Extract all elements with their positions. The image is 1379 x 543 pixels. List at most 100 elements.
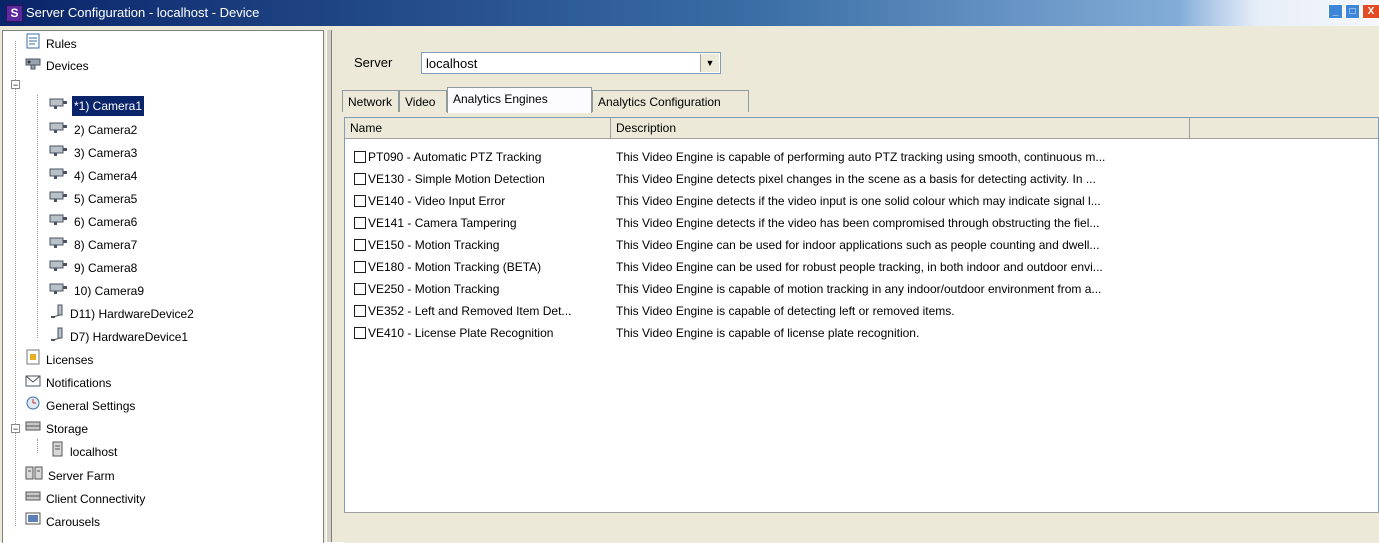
tree-item-label: localhost [70, 445, 118, 459]
engine-checkbox[interactable] [354, 327, 366, 339]
close-button[interactable]: X [1362, 4, 1379, 19]
engine-checkbox[interactable] [354, 173, 366, 185]
camera-icon [49, 96, 69, 116]
tree-item-label: D7) HardwareDevice1 [70, 330, 189, 344]
tree-item-client-connectivity[interactable]: Client Connectivity [25, 488, 147, 508]
tab-analytics-engines[interactable]: Analytics Engines [447, 87, 592, 113]
maximize-button[interactable]: □ [1345, 4, 1360, 19]
tree-item-label: 9) Camera8 [74, 260, 138, 275]
table-row[interactable]: VE250 - Motion Tracking This Video Engin… [345, 278, 1345, 300]
table-row[interactable]: VE150 - Motion Tracking This Video Engin… [345, 234, 1345, 256]
analytics-engines-table: Name Description PT090 - Automatic PTZ T… [344, 117, 1379, 542]
tree-item-label: Server Farm [48, 469, 115, 483]
column-header-name[interactable]: Name [345, 118, 611, 138]
tree-item-camera8[interactable]: 9) Camera8 [49, 257, 139, 277]
camera-icon [49, 212, 69, 232]
engine-checkbox[interactable] [354, 239, 366, 251]
table-row[interactable]: PT090 - Automatic PTZ Tracking This Vide… [345, 146, 1345, 168]
camera-icon [49, 281, 69, 301]
tree-item-label: 6) Camera6 [74, 214, 138, 229]
tree-item-camera1[interactable]: *1) Camera1 [49, 95, 145, 116]
server-dropdown[interactable]: localhost ▼ [421, 52, 721, 74]
client-connectivity-icon [25, 488, 41, 510]
engine-description: This Video Engine is capable of motion t… [616, 282, 1102, 296]
devices-expander[interactable]: − [11, 80, 20, 90]
server-configuration-window: S Server Configuration - localhost - Dev… [0, 0, 1379, 543]
carousels-icon [25, 511, 41, 533]
table-row[interactable]: VE352 - Left and Removed Item Det... Thi… [345, 300, 1345, 322]
minimize-button[interactable]: _ [1328, 4, 1343, 19]
table-row[interactable]: VE130 - Simple Motion Detection This Vid… [345, 168, 1345, 190]
tree-connector [37, 95, 38, 338]
device-settings-panel: Server localhost ▼ Network Video Analyti… [332, 30, 1379, 543]
engine-description: This Video Engine is capable of detectin… [616, 304, 955, 318]
rules-icon [25, 33, 41, 55]
tree-item-label: Client Connectivity [46, 492, 146, 506]
tree-item-hardwaredevice2[interactable]: D11) HardwareDevice2 [49, 303, 196, 323]
engine-name: VE140 - Video Input Error [368, 194, 506, 208]
engine-checkbox[interactable] [354, 195, 366, 207]
engine-name: VE410 - License Plate Recognition [368, 326, 554, 340]
column-header-empty [1190, 118, 1378, 138]
tree-item-camera4[interactable]: 4) Camera4 [49, 165, 139, 185]
column-header-description[interactable]: Description [611, 118, 1190, 138]
engine-description: This Video Engine is capable of license … [616, 326, 920, 340]
tree-item-camera7[interactable]: 8) Camera7 [49, 234, 139, 254]
tree-item-server-farm[interactable]: Server Farm [25, 465, 117, 485]
tab-network[interactable]: Network [342, 90, 399, 112]
engine-name: VE130 - Simple Motion Detection [368, 172, 545, 186]
title-bar[interactable]: S Server Configuration - localhost - Dev… [0, 0, 1379, 26]
tree-item-label: Devices [46, 59, 89, 73]
tree-item-hardwaredevice1[interactable]: D7) HardwareDevice1 [49, 326, 190, 346]
engine-checkbox[interactable] [354, 151, 366, 163]
general-settings-icon [25, 395, 41, 417]
tab-video[interactable]: Video [399, 90, 447, 112]
engine-name: VE250 - Motion Tracking [368, 282, 500, 296]
tree-item-devices[interactable]: Devices [25, 55, 91, 75]
tree-item-notifications[interactable]: Notifications [25, 372, 113, 392]
engine-description: This Video Engine can be used for robust… [616, 260, 1103, 274]
engine-checkbox[interactable] [354, 261, 366, 273]
engine-name: VE180 - Motion Tracking (BETA) [368, 260, 542, 274]
tree-item-label: Notifications [46, 376, 112, 390]
tree-item-label: Carousels [46, 515, 101, 529]
tree-item-label: 5) Camera5 [74, 191, 138, 206]
table-header: Name Description [345, 118, 1378, 139]
tree-item-rules[interactable]: Rules [25, 33, 79, 53]
hardware-device-icon [49, 326, 65, 348]
camera-icon [49, 189, 69, 209]
hardware-device-icon [49, 303, 65, 325]
navigation-tree[interactable]: − − Rules Devices *1) Camera1 2) Camera2… [2, 30, 324, 543]
tree-item-licenses[interactable]: Licenses [25, 349, 95, 369]
tree-item-label: 3) Camera3 [74, 145, 138, 160]
storage-expander[interactable]: − [11, 424, 20, 434]
table-row[interactable]: VE180 - Motion Tracking (BETA) This Vide… [345, 256, 1345, 278]
tree-item-storage[interactable]: Storage [25, 418, 90, 438]
tree-item-storage-localhost[interactable]: localhost [49, 441, 119, 461]
table-row[interactable]: VE410 - License Plate Recognition This V… [345, 322, 1345, 344]
engine-name: VE150 - Motion Tracking [368, 238, 500, 252]
table-row[interactable]: VE141 - Camera Tampering This Video Engi… [345, 212, 1345, 234]
tree-item-camera5[interactable]: 5) Camera5 [49, 188, 139, 208]
engine-description: This Video Engine detects if the video i… [616, 194, 1101, 208]
tab-analytics-configuration[interactable]: Analytics Configuration [592, 90, 749, 112]
tree-item-general-settings[interactable]: General Settings [25, 395, 137, 415]
engine-checkbox[interactable] [354, 283, 366, 295]
engine-checkbox[interactable] [354, 217, 366, 229]
tree-item-carousels[interactable]: Carousels [25, 511, 102, 531]
tree-item-label: Rules [46, 37, 77, 51]
tree-connector [15, 41, 16, 526]
chevron-down-icon[interactable]: ▼ [700, 54, 719, 72]
devices-icon [25, 55, 41, 77]
engine-checkbox[interactable] [354, 305, 366, 317]
tree-item-label: D11) HardwareDevice2 [70, 307, 194, 321]
table-row[interactable]: VE140 - Video Input Error This Video Eng… [345, 190, 1345, 212]
tree-item-camera6[interactable]: 6) Camera6 [49, 211, 139, 231]
server-farm-icon [25, 465, 43, 487]
tree-item-camera9[interactable]: 10) Camera9 [49, 280, 146, 300]
tree-item-label: 8) Camera7 [74, 237, 138, 252]
tree-item-label: General Settings [46, 399, 136, 413]
table-bottom-strip [344, 512, 1379, 543]
tree-item-camera3[interactable]: 3) Camera3 [49, 142, 139, 162]
tree-item-camera2[interactable]: 2) Camera2 [49, 119, 139, 139]
